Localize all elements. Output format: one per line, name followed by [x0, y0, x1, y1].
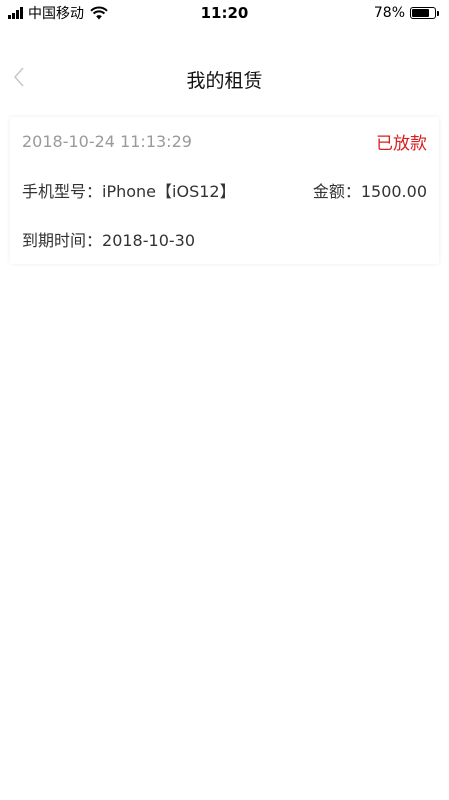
battery-percent: 78%: [373, 5, 405, 21]
status-bar: 中国移动 11:20 78%: [0, 0, 449, 26]
rental-datetime: 2018-10-24 11:13:29: [22, 131, 192, 151]
amount-label: 金额：: [312, 182, 361, 201]
battery-fill: [412, 9, 430, 17]
status-badge: 已放款: [376, 133, 427, 154]
due-date: 到期时间：2018-10-30: [22, 227, 195, 251]
rental-header-row: 2018-10-24 11:13:29 已放款: [22, 129, 427, 154]
amount-value: 1500.00: [360, 182, 427, 201]
rental-detail-row: 手机型号：iPhone【iOS12】 金额：1500.00: [22, 178, 427, 202]
phone-model: 手机型号：iPhone【iOS12】: [22, 178, 236, 202]
screen: 中国移动 11:20 78% 我的租赁 2018-10-24 11:13:29: [0, 0, 449, 800]
battery-icon: [410, 7, 436, 19]
page-title: 我的租赁: [186, 70, 263, 92]
rental-due-row: 到期时间：2018-10-30: [22, 227, 427, 251]
phone-model-label: 手机型号：: [22, 182, 103, 201]
amount: 金额：1500.00: [313, 178, 427, 202]
rental-card[interactable]: 2018-10-24 11:13:29 已放款 手机型号：iPhone【iOS1…: [10, 117, 439, 264]
due-date-label: 到期时间：: [22, 231, 103, 250]
phone-model-value: iPhone【iOS12】: [102, 182, 236, 201]
battery-tip: [437, 10, 439, 16]
due-date-value: 2018-10-30: [102, 231, 195, 250]
nav-bar: 我的租赁: [0, 52, 449, 102]
status-right: 78%: [374, 4, 439, 22]
